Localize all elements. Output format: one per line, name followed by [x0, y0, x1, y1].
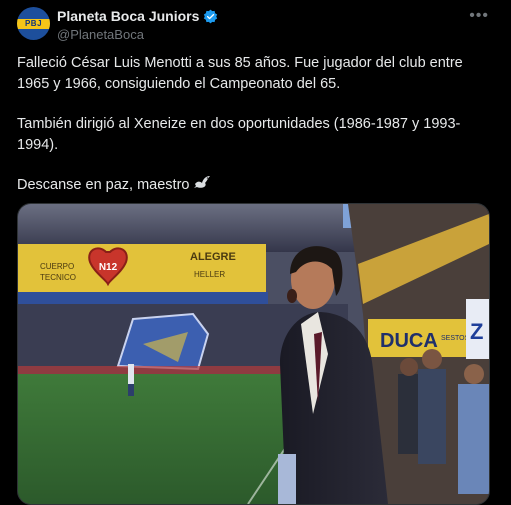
- banner-left-text-1: CUERPO: [40, 262, 74, 271]
- tweet-paragraph-2: También dirigió al Xeneize en dos oportu…: [17, 116, 461, 153]
- dove-icon: [193, 175, 211, 198]
- tweet-paragraph-3: Descanse en paz, maestro: [17, 175, 487, 198]
- stadium-sign-text-2: SESTOS: [441, 335, 470, 342]
- avatar-text: PBJ: [24, 19, 43, 28]
- author-handle[interactable]: @PlanetaBoca: [57, 27, 144, 42]
- tweet-post: PBJ Planeta Boca Juniors @PlanetaBoca ••…: [0, 0, 511, 505]
- tweet-text: Falleció César Luis Menotti a sus 85 año…: [17, 53, 487, 217]
- more-options-icon[interactable]: •••: [469, 7, 489, 25]
- tweet-paragraph-1: Falleció César Luis Menotti a sus 85 año…: [17, 55, 463, 92]
- stadium-sign-text-1: DUCA: [380, 330, 438, 352]
- banner-heart-text: N12: [99, 262, 118, 273]
- stadium-sign-text-3: Z: [470, 319, 483, 344]
- author-name[interactable]: Planeta Boca Juniors: [57, 8, 199, 24]
- banner-left-text-2: TECNICO: [40, 273, 76, 282]
- banner-right-text-2: HELLER: [194, 270, 225, 279]
- tweet-photo[interactable]: N12 CUERPO TECNICO ALEGRE HELLER DUCA SE…: [17, 203, 490, 505]
- avatar[interactable]: PBJ: [17, 7, 50, 40]
- verified-badge-icon: [203, 9, 218, 24]
- tweet-paragraph-3-text: Descanse en paz, maestro: [17, 177, 190, 193]
- banner-right-text-1: ALEGRE: [190, 251, 236, 263]
- pitch: [18, 374, 318, 504]
- author-name-row: Planeta Boca Juniors: [57, 8, 218, 24]
